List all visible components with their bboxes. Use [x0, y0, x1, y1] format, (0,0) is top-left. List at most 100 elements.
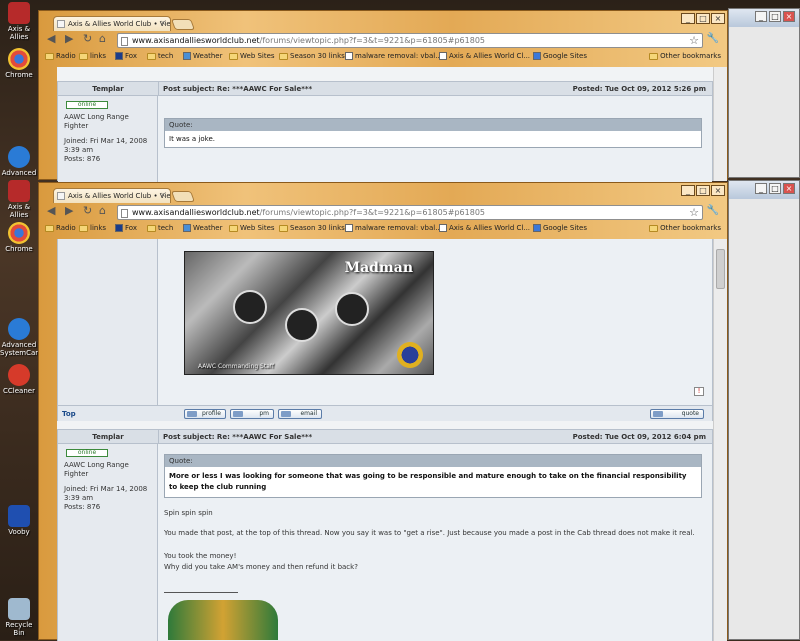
address-bar[interactable]: www.axisandalliesworldclub.net/forums/vi… — [117, 33, 703, 48]
wrench-icon[interactable]: 🔧 — [705, 33, 721, 47]
bookmark-google-sites[interactable]: Google Sites — [533, 52, 587, 60]
bookmark-tech[interactable]: tech — [147, 52, 173, 60]
email-icon — [281, 411, 291, 417]
url-path: /forums/viewtopic.php?f=3&t=9221&p=61805… — [259, 36, 485, 45]
minimize-button[interactable]: _ — [681, 185, 695, 196]
back-icon[interactable]: ◀ — [47, 205, 55, 217]
advanced-systemcare-icon[interactable]: Advanced — [0, 146, 38, 177]
chrome-icon[interactable]: Chrome — [0, 48, 38, 79]
bookmark-star-icon[interactable]: ☆ — [689, 34, 699, 47]
maximize-button[interactable]: □ — [696, 185, 710, 196]
other-bookmarks[interactable]: Other bookmarks — [649, 224, 721, 232]
bookmarks-bar: Radio links Fox tech Weather Web Sites S… — [39, 49, 727, 66]
bookmark-web-sites[interactable]: Web Sites — [229, 52, 275, 60]
bookmark-star-icon[interactable]: ☆ — [689, 206, 699, 219]
back-icon[interactable]: ◀ — [47, 33, 55, 45]
folder-icon — [649, 224, 659, 232]
ccleaner-icon[interactable]: CCleaner — [0, 364, 38, 395]
bookmark-weather[interactable]: Weather — [183, 52, 222, 60]
top-link[interactable]: Top — [62, 410, 76, 418]
bookmark-season-30[interactable]: Season 30 links — [279, 52, 345, 60]
bookmark-aawc[interactable]: Axis & Allies World Cl... — [439, 224, 530, 232]
bookmark-season-30[interactable]: Season 30 links — [279, 224, 345, 232]
forward-icon[interactable]: ▶ — [65, 33, 73, 45]
new-tab-button[interactable] — [170, 19, 196, 30]
forum-post-bottom: Templar Post subject: Re: ***AAWC For Sa… — [57, 429, 713, 641]
bookmark-fox[interactable]: Fox — [115, 52, 137, 60]
desktop-icon-label: Recycle Bin — [5, 621, 33, 637]
report-post-icon[interactable]: ! — [694, 387, 704, 396]
page-favicon-icon — [57, 20, 65, 28]
maximize-button[interactable]: □ — [696, 13, 710, 24]
quote-label: Quote: — [165, 119, 701, 131]
close-button[interactable]: × — [711, 13, 725, 24]
profile-button[interactable]: profile — [184, 409, 226, 419]
home-icon[interactable]: ⌂ — [99, 205, 106, 217]
close-button[interactable]: × — [711, 185, 725, 196]
bookmark-weather[interactable]: Weather — [183, 224, 222, 232]
bookmark-links[interactable]: links — [79, 52, 106, 60]
post-footer: Top profile pm email quote — [58, 405, 712, 421]
bookmark-tech[interactable]: tech — [147, 224, 173, 232]
new-tab-button[interactable] — [170, 191, 196, 202]
bookmarks-bar: Radio links Fox tech Weather Web Sites S… — [39, 221, 727, 238]
close-icon[interactable]: × — [783, 183, 795, 194]
email-button[interactable]: email — [278, 409, 322, 419]
bookmark-label: Other bookmarks — [660, 52, 721, 60]
scrollbar[interactable] — [713, 239, 727, 641]
vooby-icon[interactable]: Vooby — [0, 505, 38, 536]
skull-graphic — [335, 292, 369, 326]
scrollbar-thumb[interactable] — [716, 249, 725, 289]
maximize-icon[interactable]: □ — [769, 183, 781, 194]
user-rank: AAWC Long Range Fighter — [64, 461, 129, 478]
bookmark-google-sites[interactable]: Google Sites — [533, 224, 587, 232]
quote-icon — [653, 411, 663, 417]
bookmark-malware[interactable]: malware removal: vbal... — [345, 52, 442, 60]
recycle-bin-icon[interactable]: Recycle Bin — [0, 598, 38, 637]
other-bookmarks[interactable]: Other bookmarks — [649, 52, 721, 60]
bookmark-web-sites[interactable]: Web Sites — [229, 224, 275, 232]
bookmark-links[interactable]: links — [79, 224, 106, 232]
forward-icon[interactable]: ▶ — [65, 205, 73, 217]
bookmark-label: Google Sites — [543, 224, 587, 232]
bookmark-radio[interactable]: Radio — [45, 52, 76, 60]
page-favicon-icon — [439, 224, 447, 232]
background-window-1[interactable]: _ □ × — [728, 8, 800, 178]
page-favicon-icon — [439, 52, 447, 60]
post-subject: Post subject: Re: ***AAWC For Sale*** — [163, 433, 313, 441]
wrench-icon[interactable]: 🔧 — [705, 205, 721, 219]
desktop-icon-label: Axis & Allies — [7, 25, 31, 41]
bookmark-fox[interactable]: Fox — [115, 224, 137, 232]
bookmark-label: links — [90, 52, 107, 60]
window-controls: _ □ × — [681, 185, 725, 196]
browser-window-bottom[interactable]: Axis & Allies World Club • View × _ □ × ◀… — [38, 182, 728, 641]
chrome-icon-2[interactable]: Chrome — [0, 222, 38, 253]
bookmark-label: Season 30 links — [290, 224, 345, 232]
tab-aawc[interactable]: Axis & Allies World Club • View × — [53, 188, 171, 203]
scrollbar[interactable] — [713, 67, 727, 181]
close-tab-icon[interactable]: × — [160, 19, 166, 27]
bookmark-aawc[interactable]: Axis & Allies World Cl... — [439, 52, 530, 60]
axis-allies-icon[interactable]: Axis & Allies — [0, 2, 38, 41]
bookmark-malware[interactable]: malware removal: vbal... — [345, 224, 442, 232]
quote-button[interactable]: quote — [650, 409, 704, 419]
close-tab-icon[interactable]: × — [160, 191, 166, 199]
maximize-icon[interactable]: □ — [769, 11, 781, 22]
close-icon[interactable]: × — [783, 11, 795, 22]
advanced-systemcare-icon-2[interactable]: Advanced SystemCare — [0, 318, 42, 357]
folder-icon — [649, 52, 659, 60]
bookmark-radio[interactable]: Radio — [45, 224, 76, 232]
axis-allies-icon-2[interactable]: Axis & Allies — [0, 180, 38, 219]
reload-icon[interactable]: ↻ — [83, 205, 92, 217]
minimize-icon[interactable]: _ — [755, 183, 767, 194]
reload-icon[interactable]: ↻ — [83, 33, 92, 45]
minimize-icon[interactable]: _ — [755, 11, 767, 22]
address-bar[interactable]: www.axisandalliesworldclub.net/forums/vi… — [117, 205, 703, 220]
tab-aawc[interactable]: Axis & Allies World Club • View × — [53, 16, 171, 31]
joined-date: Joined: Fri Mar 14, 2008 3:39 am — [64, 485, 148, 502]
browser-window-top[interactable]: Axis & Allies World Club • View × _ □ × ◀… — [38, 10, 728, 182]
pm-button[interactable]: pm — [230, 409, 274, 419]
background-window-2[interactable]: _ □ × — [728, 180, 800, 640]
minimize-button[interactable]: _ — [681, 13, 695, 24]
home-icon[interactable]: ⌂ — [99, 33, 106, 45]
